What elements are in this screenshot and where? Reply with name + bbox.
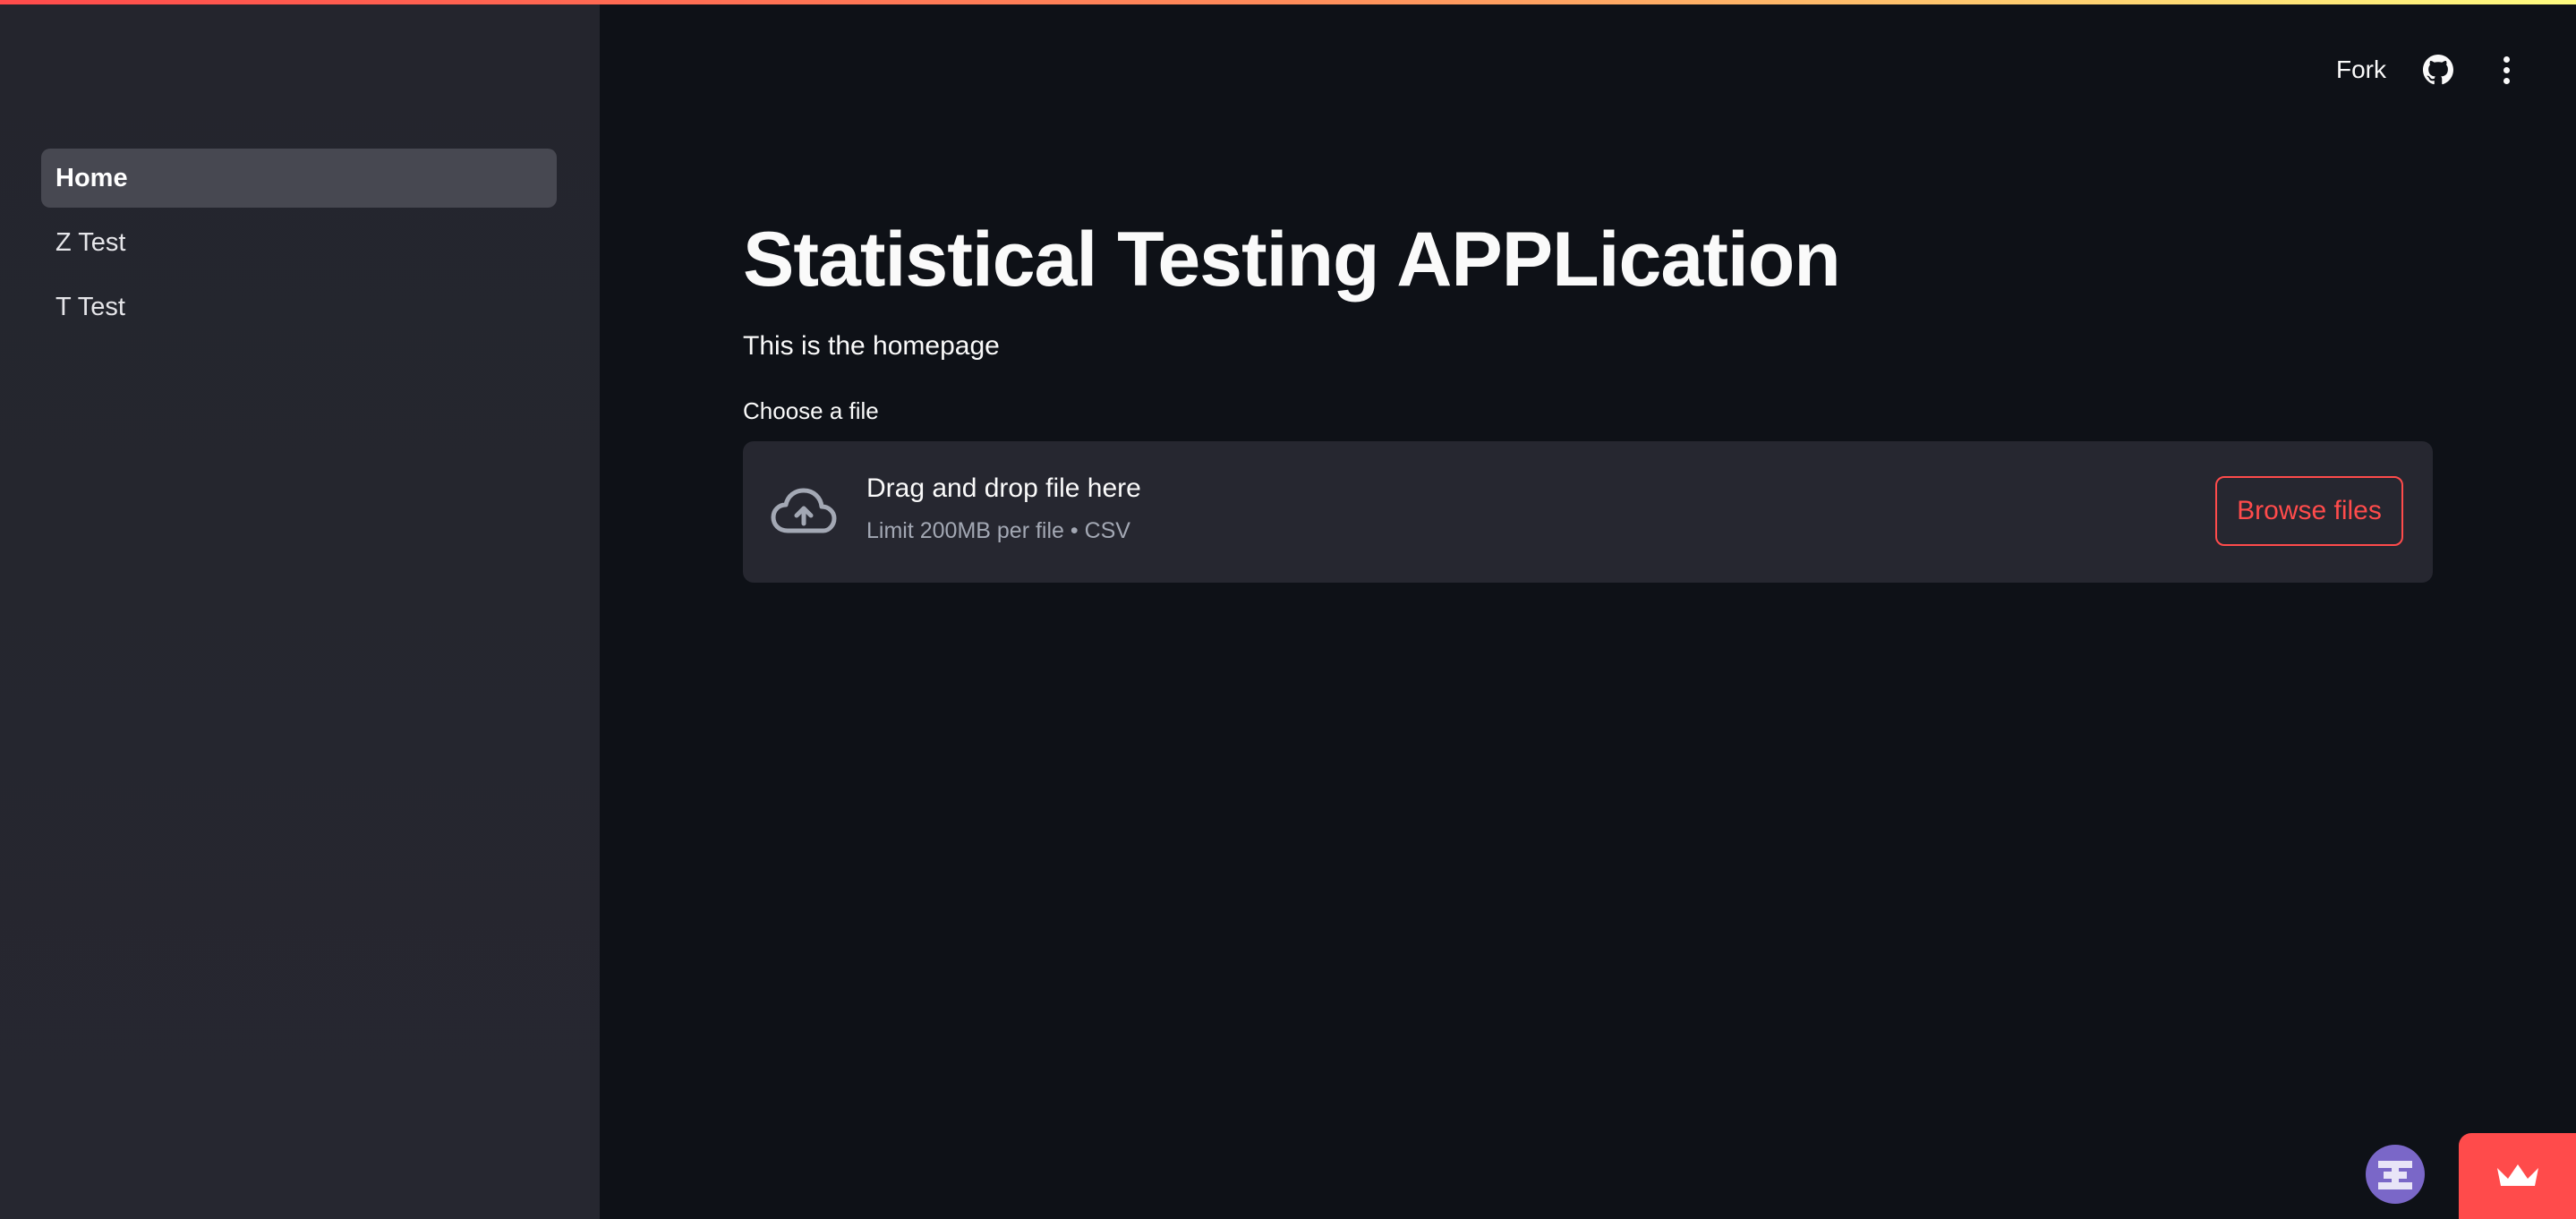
dropzone-limit: Limit 200MB per file • CSV	[866, 518, 1130, 543]
app-root: Home Z Test T Test Fork Statistical Test…	[0, 0, 2576, 1219]
sidebar-item-label: Z Test	[55, 227, 126, 257]
fork-link[interactable]: Fork	[2336, 55, 2386, 84]
browse-files-button[interactable]: Browse files	[2215, 476, 2403, 546]
sidebar-item-label: Home	[55, 163, 128, 192]
toolbar: Fork	[2336, 40, 2576, 99]
crown-icon	[2496, 1164, 2538, 1186]
menu-dot	[2503, 55, 2510, 63]
page-subtitle: This is the homepage	[743, 331, 1000, 361]
kebab-menu-icon[interactable]	[2490, 54, 2522, 86]
sidebar-nav: Home Z Test T Test	[41, 149, 557, 342]
menu-dot	[2503, 77, 2510, 84]
page-body: Statistical Testing APPLication This is …	[743, 210, 2435, 583]
sidebar-item-t-test[interactable]: T Test	[41, 277, 557, 337]
hosted-badge[interactable]	[2459, 1133, 2576, 1219]
sidebar-item-label: T Test	[55, 292, 125, 321]
dropzone-title: Drag and drop file here	[866, 473, 1141, 503]
main-content: Fork Statistical Testing APPLication Thi…	[600, 4, 2576, 1219]
sidebar: Home Z Test T Test	[0, 4, 600, 1219]
avatar[interactable]	[2366, 1145, 2425, 1204]
menu-dot	[2503, 66, 2510, 73]
github-icon[interactable]	[2422, 54, 2454, 86]
sidebar-item-z-test[interactable]: Z Test	[41, 213, 557, 272]
file-uploader-label: Choose a file	[743, 397, 879, 424]
dropzone-text: Drag and drop file here Limit 200MB per …	[866, 473, 1141, 544]
cloud-upload-icon	[771, 488, 837, 533]
page-title: Statistical Testing APPLication	[743, 217, 1841, 303]
sidebar-item-home[interactable]: Home	[41, 149, 557, 208]
file-dropzone[interactable]: Drag and drop file here Limit 200MB per …	[743, 441, 2433, 583]
